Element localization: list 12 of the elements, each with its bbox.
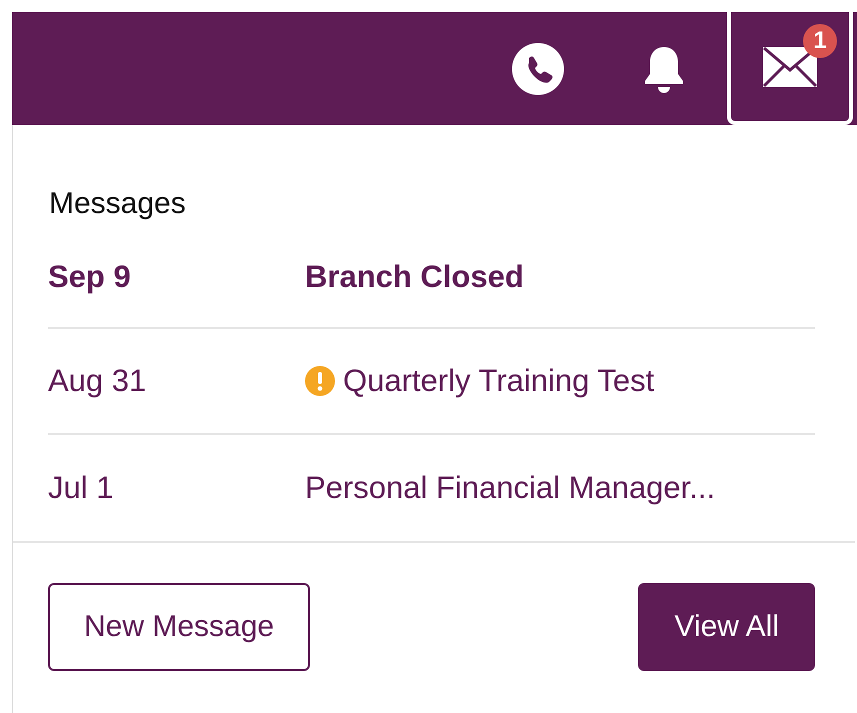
message-date: Jul 1 [48, 470, 114, 506]
message-date: Aug 31 [48, 363, 148, 399]
new-message-button[interactable]: New Message [48, 583, 310, 671]
dropdown-title: Messages [49, 187, 186, 221]
message-subject[interactable]: Personal Financial Manager... [305, 470, 716, 506]
phone-icon [512, 42, 564, 94]
view-all-button[interactable]: View All [638, 583, 815, 671]
message-subject[interactable]: Quarterly Training Test [343, 363, 654, 399]
message-subject[interactable]: Branch Closed [305, 259, 524, 295]
count-badge: 1 [803, 24, 837, 58]
mail-button[interactable]: 1 [727, 12, 853, 125]
message-date: Sep 9 [48, 259, 132, 295]
